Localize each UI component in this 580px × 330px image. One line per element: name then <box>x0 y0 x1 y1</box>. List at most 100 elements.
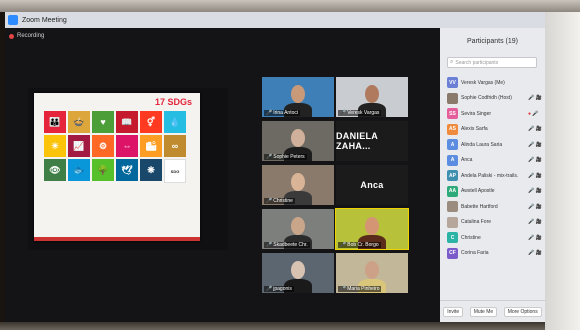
participant-row[interactable]: CF Corina Faria 🎤 🎥 <box>447 246 543 262</box>
mic-camera-status-icon: 🎤 🎥 <box>528 157 542 164</box>
sdg-goal-tile: 🌳 <box>92 159 114 181</box>
participant-name: Corina Faria <box>461 250 489 257</box>
muted-mic-icon: 🎤 <box>340 110 347 116</box>
participant-video-tile[interactable]: 🎤 Irina Antoci <box>262 77 334 117</box>
participant-row[interactable]: VV Veresk Vargas (Me) <box>447 75 543 91</box>
participant-name: Alinda Laura Saria <box>461 141 503 148</box>
mic-camera-status-icon: 🎤 🎥 <box>528 234 542 241</box>
sdg-goal-tile: 👁 <box>44 159 66 181</box>
sdg-goal-tile: ∞ <box>164 135 186 157</box>
participant-row[interactable]: AA Awstell Apostle 🎤 🎥 <box>447 184 543 200</box>
participant-video-tile[interactable]: 🎤 jpagonis <box>262 253 334 293</box>
muted-mic-icon: 🎤 <box>266 154 273 160</box>
participant-row[interactable]: AS Alexis Sarfa 🎤 🎥 <box>447 122 543 138</box>
sdg-goal-tile: 📈 <box>68 135 90 157</box>
mute-me-button[interactable]: Mute Me <box>469 307 498 317</box>
participant-name: Awstell Apostle <box>461 188 495 195</box>
participant-row[interactable]: AP Andela Paliski - mix-trails. 🎤 🎥 <box>447 168 543 184</box>
participant-video-tile[interactable]: 🎤 Veresk Vargas <box>336 77 408 117</box>
window-titlebar: Zoom Meeting <box>5 12 545 28</box>
participant-name: Christine <box>461 234 481 241</box>
mic-camera-status-icon: 🎤 🎥 <box>528 188 542 195</box>
participant-video-tile[interactable]: 🎤 Bob Cr. Borgo <box>335 208 409 250</box>
participant-name-label: 🎤 jpagonis <box>264 286 294 292</box>
participant-name-label: 🎤 Veresk Vargas <box>338 110 382 116</box>
participant-list: VV Veresk Vargas (Me) Sophie Codfridh (Hos… <box>447 75 543 261</box>
participant-name-label: 🎤 Bob Cr. Borgo <box>338 242 381 248</box>
sdg-goal-tile: ♥ <box>92 111 114 133</box>
participant-video-tile[interactable]: Anca <box>336 165 408 205</box>
participant-row[interactable]: Babette Hartford 🎤 🎥 <box>447 199 543 215</box>
sdg-goal-tile: 🕊 <box>116 159 138 181</box>
participant-name-text: jpagonis <box>273 286 292 292</box>
participant-face <box>291 261 305 279</box>
record-dot-icon <box>9 33 14 39</box>
avatar: C <box>447 232 458 244</box>
avatar <box>447 92 458 104</box>
participant-row[interactable]: A Anca 🎤 🎥 <box>447 153 543 169</box>
mic-camera-status-icon: 🎤 🎥 <box>528 95 542 102</box>
participant-row[interactable]: Sophie Codfridh (Host) 🎤 🎥 <box>447 91 543 107</box>
mic-camera-status-icon: 🎤 🎥 <box>528 250 542 257</box>
participant-name-text: Veresk Vargas <box>347 110 380 116</box>
participant-name-label: 🎤 Skadbeete Chr. <box>264 242 310 248</box>
sdg-goal-tile: ❋ <box>140 159 162 181</box>
participant-row[interactable]: A Alinda Laura Saria 🎤 🎥 <box>447 137 543 153</box>
avatar <box>447 216 458 228</box>
participant-name: Anca <box>461 157 473 164</box>
avatar: A <box>447 154 458 166</box>
participant-name-text: Maria Pinheiro <box>347 286 380 292</box>
participant-name-text: Christine <box>273 198 293 204</box>
participant-face <box>291 85 305 103</box>
participant-video-tile[interactable]: 🎤 Maria Pinheiro <box>336 253 408 293</box>
photo-glare <box>545 12 580 330</box>
muted-mic-icon: 🎤 <box>340 286 347 292</box>
mic-camera-status-icon: 🎤 🎥 <box>528 141 542 148</box>
participant-face <box>365 261 379 279</box>
mic-camera-status-icon: ● 🎤 <box>528 110 539 117</box>
sdg-goal-tile: 💧 <box>164 111 186 133</box>
participant-face <box>291 129 305 147</box>
window-title: Zoom Meeting <box>22 16 67 24</box>
participant-video-tile[interactable]: 🎤 Skadbeete Chr. <box>262 209 334 249</box>
sdg-goal-tile: 📖 <box>116 111 138 133</box>
muted-mic-icon: 🎤 <box>266 286 273 292</box>
participant-row[interactable]: Catalina Fore 🎤 🎥 <box>447 215 543 231</box>
participant-name-label: 🎤 Maria Pinheiro <box>338 286 382 292</box>
participant-face <box>291 173 305 191</box>
participant-face <box>291 217 305 235</box>
sdg-goal-tile: 🏙 <box>140 135 162 157</box>
participant-face <box>365 217 379 235</box>
muted-mic-icon: 🎤 <box>266 242 273 248</box>
participant-name: Sevira Singer <box>461 110 492 117</box>
participants-panel: Participants (19) ⌕ Search participants … <box>440 28 545 322</box>
avatar: VV <box>447 77 458 89</box>
participant-row[interactable]: C Christine 🎤 🎥 <box>447 230 543 246</box>
muted-mic-icon: 🎤 <box>266 198 273 204</box>
recording-label: Recording <box>17 33 45 39</box>
participant-name: Babette Hartford <box>461 203 498 210</box>
more-options-button[interactable]: More Options <box>503 307 542 317</box>
search-placeholder: Search participants <box>455 59 499 66</box>
muted-mic-icon: 🎤 <box>340 242 347 248</box>
avatar: AP <box>447 170 458 182</box>
sdg-logo: SDG <box>164 159 186 183</box>
participant-video-tile[interactable]: DANIELA ZAHA... <box>336 121 408 161</box>
participant-name-text: Bob Cr. Borgo <box>347 242 379 248</box>
participant-name-text: Sophie Peters <box>273 154 305 160</box>
mic-camera-status-icon: 🎤 🎥 <box>528 219 542 226</box>
invite-button[interactable]: Invite <box>443 307 464 317</box>
avatar: AS <box>447 123 458 135</box>
slide-footer-bar <box>34 237 200 241</box>
participants-title: Participants (19) <box>467 38 518 45</box>
avatar <box>447 201 458 213</box>
sdg-goal-tile: 🍲 <box>68 111 90 133</box>
recording-indicator[interactable]: Recording <box>9 33 44 39</box>
participant-video-tile[interactable]: 🎤 Sophie Peters <box>262 121 334 161</box>
participant-video-tile[interactable]: 🎤 Christine <box>262 165 334 205</box>
participant-name: Sophie Codfridh (Host) <box>461 95 512 102</box>
search-icon: ⌕ <box>450 59 454 65</box>
zoom-app-icon <box>8 15 18 25</box>
participant-row[interactable]: SS Sevira Singer ● 🎤 <box>447 106 543 122</box>
participant-search-input[interactable]: ⌕ Search participants <box>447 57 537 68</box>
